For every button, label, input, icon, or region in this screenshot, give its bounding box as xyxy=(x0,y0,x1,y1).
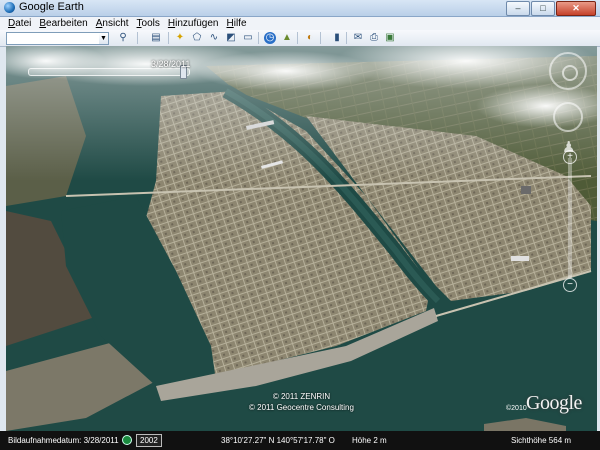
copyright-zenrin: © 2011 ZENRIN xyxy=(272,392,331,401)
window-controls: – □ ✕ xyxy=(506,1,596,16)
google-earth-window: Google Earth – □ ✕ Datei Bearbeiten Ansi… xyxy=(0,0,600,450)
record-tour-icon[interactable]: ▭ xyxy=(242,32,254,44)
historical-imagery-slider[interactable] xyxy=(28,65,190,79)
menu-tools-label: ools xyxy=(141,18,160,29)
maximize-button[interactable]: □ xyxy=(531,1,555,16)
path-icon[interactable]: ∿ xyxy=(208,32,220,44)
sunlight-icon[interactable]: ▲ xyxy=(281,32,293,44)
ruler-icon[interactable]: ▮ xyxy=(331,32,343,44)
menu-hinzufuegen-label: inzufügen xyxy=(175,18,219,29)
toolbar-separator xyxy=(258,32,259,44)
toolbar-separator xyxy=(137,32,138,44)
window-title: Google Earth xyxy=(19,1,84,13)
close-button[interactable]: ✕ xyxy=(556,1,596,16)
eye-altitude-readout: Sichthöhe 564 m xyxy=(511,436,572,445)
menu-hinzufuegen[interactable]: Hinzufügen xyxy=(168,17,219,30)
imagery-date: Bildaufnahmedatum: 3/28/2011 xyxy=(8,436,119,445)
print-icon[interactable]: ⎙ xyxy=(368,32,380,44)
toolbar-separator xyxy=(297,32,298,44)
pointer-coordinates: 38°10'27.27" N 140°57'17.78" O xyxy=(221,436,335,445)
zoom-slider[interactable] xyxy=(568,158,572,278)
menu-bar: Datei Bearbeiten Ansicht Tools Hinzufüge… xyxy=(0,17,600,30)
menu-ansicht-label: nsicht xyxy=(102,18,129,29)
menu-hilfe-label: ilfe xyxy=(233,18,247,29)
menu-bearbeiten-label: earbeiten xyxy=(46,18,88,29)
minimize-button[interactable]: – xyxy=(506,1,530,16)
menu-datei-label: atei xyxy=(15,18,32,29)
historical-clock-icon[interactable] xyxy=(122,435,132,445)
menu-hilfe-mnemonic: H xyxy=(226,18,234,29)
title-bar[interactable]: Google Earth – □ ✕ xyxy=(0,0,600,17)
planets-icon[interactable]: ◐ xyxy=(304,32,316,44)
view-in-maps-icon[interactable]: ▣ xyxy=(384,32,396,44)
look-around-control[interactable] xyxy=(549,52,587,90)
polygon-icon[interactable]: ⬠ xyxy=(191,32,203,44)
menu-tools[interactable]: Tools xyxy=(137,17,160,30)
menu-datei[interactable]: Datei xyxy=(8,17,31,30)
toolbar-separator xyxy=(320,32,321,44)
email-icon[interactable]: ✉ xyxy=(352,32,364,44)
historical-imagery-icon[interactable]: ◷ xyxy=(264,32,276,44)
imagery-year-badge[interactable]: 2002 xyxy=(136,434,162,447)
3d-earth-view[interactable]: 3/28/2011 ♟ + − © 2011 ZENRIN © 2011 Geo… xyxy=(6,46,597,431)
elevation-readout: Höhe 2 m xyxy=(352,436,387,445)
placemark-icon[interactable]: ✦ xyxy=(174,32,186,44)
historical-imagery-date: 3/28/2011 xyxy=(151,59,191,69)
search-input[interactable] xyxy=(6,32,104,45)
status-bar: Bildaufnahmedatum: 3/28/2011 2002 38°10'… xyxy=(0,431,600,450)
imagery-year-mark: ©2010 xyxy=(506,405,527,412)
zoom-out-button[interactable]: − xyxy=(563,278,577,292)
image-overlay-icon[interactable]: ◩ xyxy=(225,32,237,44)
search-dropdown-button[interactable]: ▼ xyxy=(99,32,109,45)
search-icon[interactable]: ⚲ xyxy=(117,32,129,44)
menu-bearbeiten[interactable]: Bearbeiten xyxy=(39,17,87,30)
menu-ansicht[interactable]: Ansicht xyxy=(96,17,129,30)
toolbar-separator xyxy=(168,32,169,44)
google-earth-app-icon xyxy=(4,2,15,13)
aerial-imagery xyxy=(6,46,597,431)
google-logo: Google xyxy=(526,392,582,414)
menu-hilfe[interactable]: Hilfe xyxy=(227,17,247,30)
toolbar-separator xyxy=(346,32,347,44)
sidebar-toggle-icon[interactable]: ▤ xyxy=(150,32,162,44)
toolbar: ▼ ⚲ ▤ ✦ ⬠ ∿ ◩ ▭ ◷ ▲ ◐ ▮ ✉ ⎙ ▣ xyxy=(0,30,600,47)
move-control[interactable] xyxy=(553,102,583,132)
